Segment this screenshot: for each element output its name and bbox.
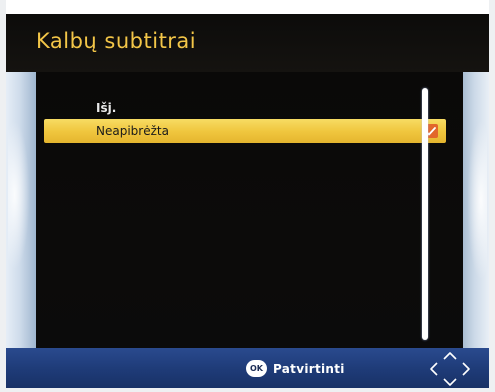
ok-hint-label: Patvirtinti: [273, 361, 345, 376]
menu-panel: Išj. Neapibrėžta: [36, 72, 463, 348]
directional-arrows-icon: [430, 352, 470, 386]
page-title: Kalbų subtitrai: [36, 29, 197, 53]
bezel-bottom: [0, 388, 495, 392]
bezel-right: [489, 0, 495, 392]
option-label: Išj.: [96, 101, 117, 115]
bezel-top: [0, 0, 495, 14]
scrollbar[interactable]: [422, 88, 428, 340]
footer-bar: OK Patvirtinti: [6, 348, 489, 388]
ok-button-icon: OK: [246, 360, 267, 377]
ok-hint[interactable]: OK Patvirtinti: [246, 360, 345, 377]
background-left-shine: [8, 120, 30, 270]
background-right-shine: [467, 120, 487, 280]
option-off[interactable]: Išj.: [44, 96, 446, 120]
tv-screen: Kalbų subtitrai Išj. Neapibrėžta OK Patv…: [0, 0, 495, 392]
option-label: Neapibrėžta: [96, 124, 169, 138]
option-undefined[interactable]: Neapibrėžta: [44, 119, 446, 143]
